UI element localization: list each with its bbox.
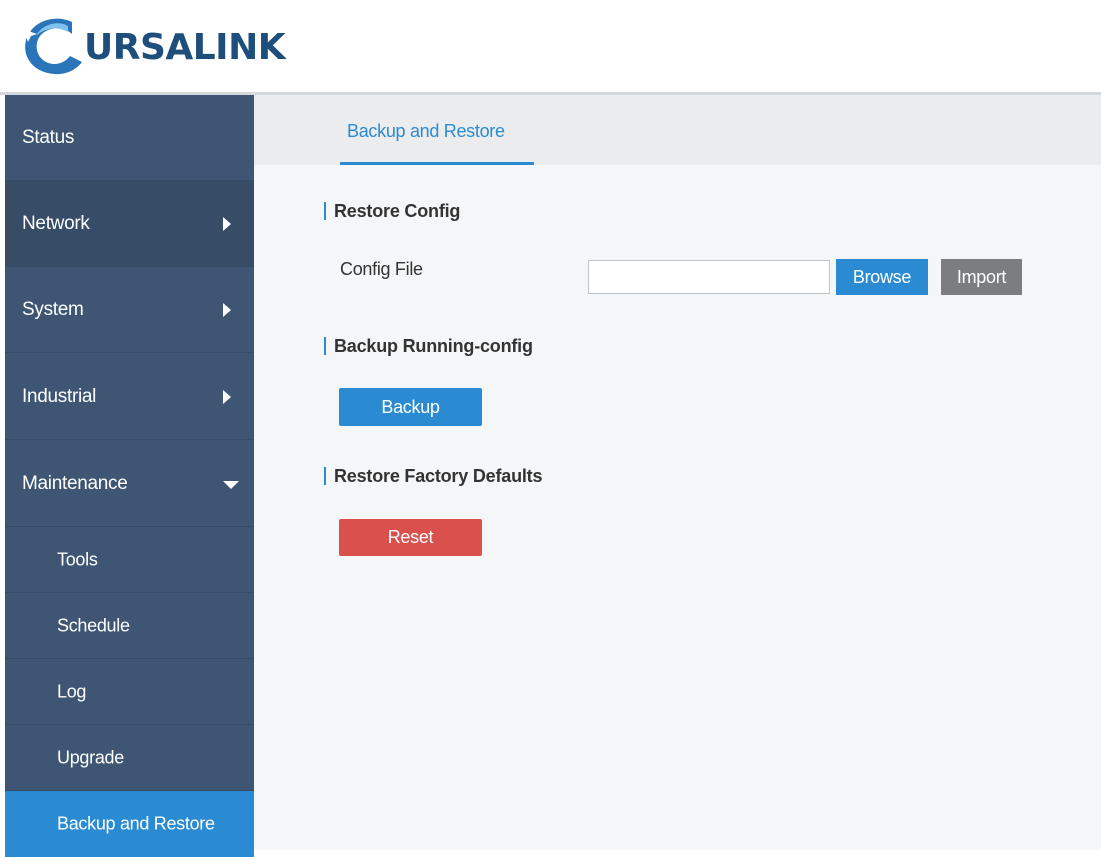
sidebar-subitem-label: Schedule <box>57 615 130 635</box>
tab-backup-and-restore[interactable]: Backup and Restore <box>340 95 534 165</box>
ursalink-logo: URSALINK <box>20 12 290 82</box>
section-title-text: Restore Factory Defaults <box>334 466 543 486</box>
sidebar-item-network[interactable]: Network <box>5 181 254 267</box>
sidebar-item-maintenance[interactable]: Maintenance <box>5 441 254 527</box>
section-title-text: Backup Running-config <box>334 336 533 356</box>
sidebar-item-label: Maintenance <box>22 472 128 494</box>
section-marker <box>324 336 326 355</box>
sidebar-item-label: Network <box>22 212 90 234</box>
ursalink-logo-mark-icon <box>21 18 82 75</box>
sidebar-subitem-backup-and-restore[interactable]: Backup and Restore <box>5 791 254 857</box>
section-title-text: Restore Config <box>334 201 461 221</box>
arrow-right-icon <box>223 302 231 317</box>
sidebar-subitem-label: Log <box>57 681 87 701</box>
section-restore-factory-defaults: Restore Factory Defaults <box>324 466 542 487</box>
sidebar-item-industrial[interactable]: Industrial <box>5 354 254 440</box>
sidebar-item-status[interactable]: Status <box>5 95 254 181</box>
sidebar-subitem-label: Backup and Restore <box>57 813 215 834</box>
section-backup-running-config: Backup Running-config <box>324 336 533 357</box>
backup-button[interactable]: Backup <box>339 388 482 426</box>
config-file-label: Config File <box>340 259 423 279</box>
sidebar-item-label: Industrial <box>22 385 97 407</box>
arrow-right-icon <box>223 216 231 231</box>
sidebar-item-label: System <box>22 298 84 320</box>
section-marker <box>324 466 326 485</box>
tab-bar: Backup and Restore <box>254 95 1101 165</box>
header: URSALINK <box>0 0 1101 92</box>
section-restore-config: Restore Config <box>324 201 460 222</box>
section-marker <box>324 201 326 220</box>
sidebar-subitem-label: Tools <box>57 549 98 569</box>
browse-button[interactable]: Browse <box>836 259 928 295</box>
sidebar-subitem-log[interactable]: Log <box>5 659 254 725</box>
logo-wordmark: URSALINK <box>84 27 286 68</box>
reset-button[interactable]: Reset <box>339 519 482 556</box>
arrow-down-icon <box>223 480 239 489</box>
config-file-input[interactable] <box>588 260 830 294</box>
sidebar-item-label: Status <box>22 126 75 148</box>
sidebar: Status Network System Industrial Mainten… <box>5 95 254 857</box>
tab-label: Backup and Restore <box>347 121 505 141</box>
sidebar-subitem-upgrade[interactable]: Upgrade <box>5 725 254 791</box>
sidebar-subitem-label: Upgrade <box>57 747 124 767</box>
main-content: Backup and Restore Restore Config Config… <box>254 95 1101 850</box>
arrow-right-icon <box>223 389 231 404</box>
import-button[interactable]: Import <box>941 259 1022 295</box>
sidebar-subitem-schedule[interactable]: Schedule <box>5 593 254 659</box>
sidebar-item-system[interactable]: System <box>5 267 254 353</box>
sidebar-subitem-tools[interactable]: Tools <box>5 527 254 593</box>
